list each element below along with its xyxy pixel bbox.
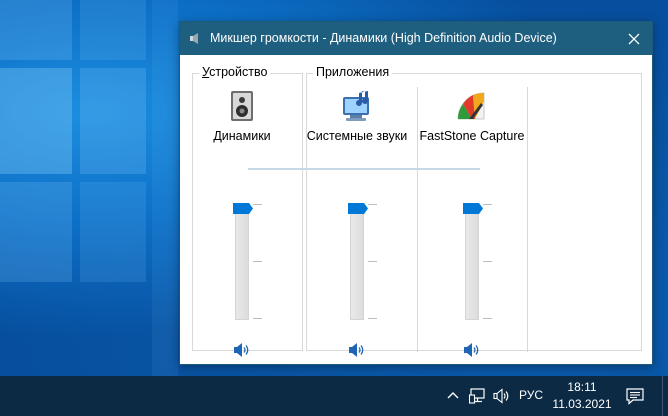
volume-slider-thumb[interactable]	[233, 203, 253, 214]
mute-speaker-icon[interactable]	[348, 342, 366, 358]
slider-tick	[483, 261, 492, 262]
mixer-client-area: Устройство Приложения Динамики Системные…	[180, 55, 652, 364]
channel-name: Динамики	[213, 129, 271, 143]
mute-speaker-icon[interactable]	[463, 342, 481, 358]
mute-speaker-icon[interactable]	[233, 342, 251, 358]
column-divider	[527, 87, 528, 352]
input-language-indicator[interactable]: РУС	[516, 388, 546, 402]
windows-logo-wallpaper	[0, 0, 180, 376]
system-sounds-icon	[343, 91, 369, 121]
applications-group-label: Приложения	[313, 65, 393, 79]
slider-tick	[368, 204, 377, 205]
chevron-up-icon[interactable]	[446, 388, 460, 402]
volume-icon[interactable]	[493, 387, 511, 405]
clock-date: 11.03.2021	[552, 397, 612, 411]
slider-tick	[368, 318, 377, 319]
volume-mixer-window: Микшер громкости - Динамики (High Defini…	[179, 21, 653, 365]
window-title: Микшер громкости - Динамики (High Defini…	[210, 31, 557, 45]
slider-tick	[483, 204, 492, 205]
channel-faststone-capture: FastStone Capture	[417, 89, 527, 357]
channel-system-sounds: Системные звуки	[302, 89, 412, 357]
faststone-capture-icon	[457, 92, 485, 120]
slider-tick	[368, 261, 377, 262]
title-bar[interactable]: Микшер громкости - Динамики (High Defini…	[180, 22, 652, 55]
close-icon	[628, 33, 640, 44]
slider-tick	[483, 318, 492, 319]
close-button[interactable]	[616, 22, 652, 55]
channel-name: Системные звуки	[306, 129, 408, 143]
speaker-device-icon	[231, 91, 253, 121]
speaker-icon	[190, 33, 198, 44]
taskbar: РУС 18:11 11.03.2021	[0, 376, 668, 416]
volume-slider[interactable]	[350, 204, 364, 320]
slider-tick	[253, 204, 262, 205]
network-icon[interactable]	[469, 387, 487, 405]
action-center-icon[interactable]	[625, 387, 645, 405]
show-desktop-button[interactable]	[662, 376, 668, 416]
channel-speakers: Динамики	[187, 89, 297, 357]
volume-slider-thumb[interactable]	[463, 203, 483, 214]
channel-name: FastStone Capture	[419, 129, 525, 143]
clock[interactable]: 18:11 11.03.2021	[548, 379, 616, 413]
volume-slider-thumb[interactable]	[348, 203, 368, 214]
volume-slider[interactable]	[235, 204, 249, 320]
slider-tick	[253, 261, 262, 262]
device-group-label: Устройство	[199, 65, 271, 79]
clock-time: 18:11	[567, 380, 597, 394]
slider-tick	[253, 318, 262, 319]
volume-slider[interactable]	[465, 204, 479, 320]
